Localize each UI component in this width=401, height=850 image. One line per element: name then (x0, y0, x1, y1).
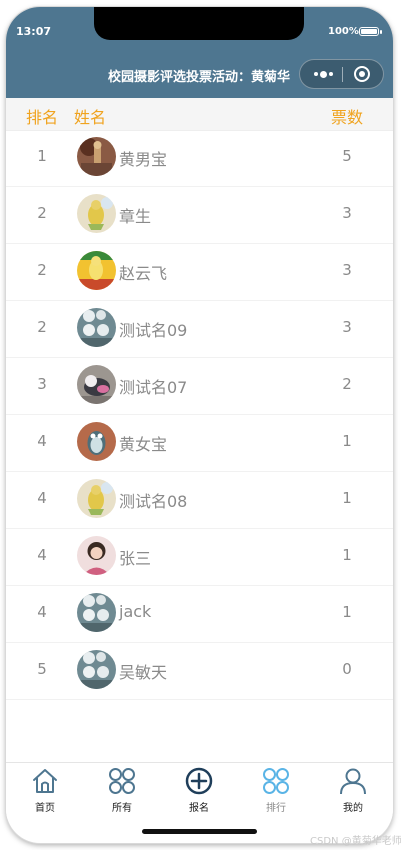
avatar (77, 251, 116, 290)
avatar (77, 479, 116, 518)
rank-cell: 4 (37, 432, 47, 450)
name-cell: 黄女宝 (119, 435, 168, 454)
votes-cell: 1 (342, 489, 352, 507)
votes-cell: 1 (342, 546, 352, 564)
tab-bar: 首页 所有 报名 排行 我的 (6, 762, 393, 819)
rank-cell: 4 (37, 489, 47, 507)
name-cell: jack (119, 602, 152, 621)
table-row[interactable]: 4 测试名08 1 (6, 472, 393, 529)
avatar (77, 194, 116, 233)
avatar (77, 650, 116, 689)
name-cell: 吴敏天 (119, 663, 168, 682)
tab-ranking[interactable]: 排行 (246, 763, 306, 819)
tab-label: 首页 (35, 803, 55, 814)
ranking-list: 1 黄男宝 5 2 章生 3 2 赵云飞 3 2 测试名09 3 3 测试名07… (6, 130, 393, 700)
tab-label: 所有 (112, 803, 132, 814)
votes-cell: 1 (342, 603, 352, 621)
avatar (77, 308, 116, 347)
name-cell: 张三 (119, 549, 152, 568)
table-row[interactable]: 3 测试名07 2 (6, 358, 393, 415)
more-menu-icon[interactable] (310, 65, 336, 83)
rank-cell: 2 (37, 261, 47, 279)
table-row[interactable]: 2 章生 3 (6, 187, 393, 244)
votes-cell: 3 (342, 204, 352, 222)
name-cell: 章生 (119, 207, 152, 226)
table-row[interactable]: 2 赵云飞 3 (6, 244, 393, 301)
rank-cell: 2 (37, 318, 47, 336)
status-time: 13:07 (16, 25, 52, 38)
tab-label: 报名 (189, 803, 209, 814)
tab-signup[interactable]: 报名 (169, 763, 229, 819)
header-bar: 13:07 100% 校园摄影评选投票活动：黄菊华 (6, 7, 393, 98)
home-icon (33, 769, 57, 793)
votes-cell: 2 (342, 375, 352, 393)
close-target-icon[interactable] (354, 66, 370, 82)
avatar (77, 536, 116, 575)
tab-all[interactable]: 所有 (92, 763, 152, 819)
clover-icon (263, 768, 289, 794)
phone-frame: 13:07 100% 校园摄影评选投票活动：黄菊华 排名 姓名 票数 1 黄男宝… (6, 7, 393, 843)
header-votes: 票数 (331, 108, 364, 127)
clover-icon (109, 768, 135, 794)
rank-cell: 3 (37, 375, 47, 393)
tab-label: 排行 (266, 803, 286, 814)
battery-icon (359, 27, 379, 36)
header-rank: 排名 (26, 108, 59, 127)
avatar (77, 365, 116, 404)
tab-mine[interactable]: 我的 (323, 763, 383, 819)
avatar (77, 137, 116, 176)
camera-notch (94, 7, 304, 40)
rank-cell: 5 (37, 660, 47, 678)
name-cell: 测试名09 (119, 321, 188, 340)
table-header: 排名 姓名 票数 (6, 98, 393, 131)
table-row[interactable]: 1 黄男宝 5 (6, 130, 393, 187)
rank-cell: 4 (37, 546, 47, 564)
tab-label: 我的 (343, 803, 363, 814)
name-cell: 赵云飞 (119, 264, 168, 283)
mini-program-capsule (299, 59, 384, 89)
battery-tip (380, 30, 382, 34)
table-row[interactable]: 5 吴敏天 0 (6, 643, 393, 700)
table-row[interactable]: 2 测试名09 3 (6, 301, 393, 358)
avatar (77, 422, 116, 461)
rank-cell: 2 (37, 204, 47, 222)
rank-cell: 4 (37, 603, 47, 621)
header-name: 姓名 (74, 108, 107, 127)
votes-cell: 3 (342, 318, 352, 336)
avatar (77, 593, 116, 632)
votes-cell: 0 (342, 660, 352, 678)
table-row[interactable]: 4 jack 1 (6, 586, 393, 643)
name-cell: 黄男宝 (119, 150, 168, 169)
name-cell: 测试名08 (119, 492, 188, 511)
battery-percent: 100% (328, 26, 359, 37)
table-row[interactable]: 4 黄女宝 1 (6, 415, 393, 472)
watermark: CSDN @黄菊华老师 (310, 836, 401, 847)
tab-home[interactable]: 首页 (15, 763, 75, 819)
user-icon (340, 768, 366, 795)
page-title: 校园摄影评选投票活动：黄菊华 (108, 70, 291, 85)
name-cell: 测试名07 (119, 378, 188, 397)
votes-cell: 5 (342, 147, 352, 165)
plus-circle-icon (185, 767, 213, 795)
home-indicator (142, 829, 257, 834)
rank-cell: 1 (37, 147, 47, 165)
votes-cell: 3 (342, 261, 352, 279)
capsule-divider (342, 67, 343, 82)
votes-cell: 1 (342, 432, 352, 450)
table-row[interactable]: 4 张三 1 (6, 529, 393, 586)
